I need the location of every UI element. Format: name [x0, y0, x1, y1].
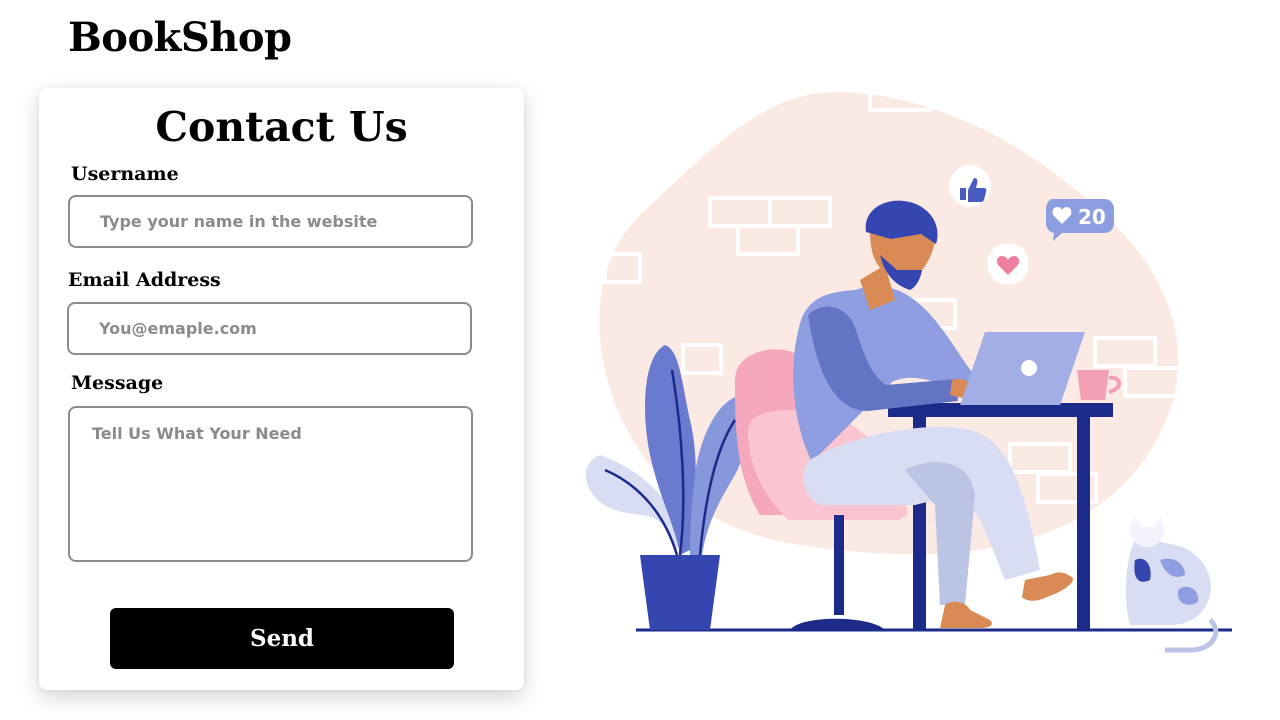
contact-form-title: Contact Us — [155, 103, 408, 151]
brand-logo[interactable]: BookShop — [68, 12, 292, 64]
likes-count: 20 — [1078, 205, 1106, 229]
send-button[interactable]: Send — [110, 608, 454, 669]
person-at-laptop-illustration: 20 — [585, 83, 1232, 653]
contact-form-card: Contact Us Username Email Address Messag… — [39, 88, 524, 690]
email-input[interactable] — [67, 302, 472, 355]
heart-icon — [987, 243, 1029, 285]
message-label: Message — [71, 372, 164, 394]
thumbs-up-icon — [949, 165, 991, 207]
message-textarea[interactable] — [68, 406, 473, 562]
username-input[interactable] — [68, 195, 473, 248]
email-label: Email Address — [68, 269, 221, 291]
username-label: Username — [71, 163, 179, 185]
